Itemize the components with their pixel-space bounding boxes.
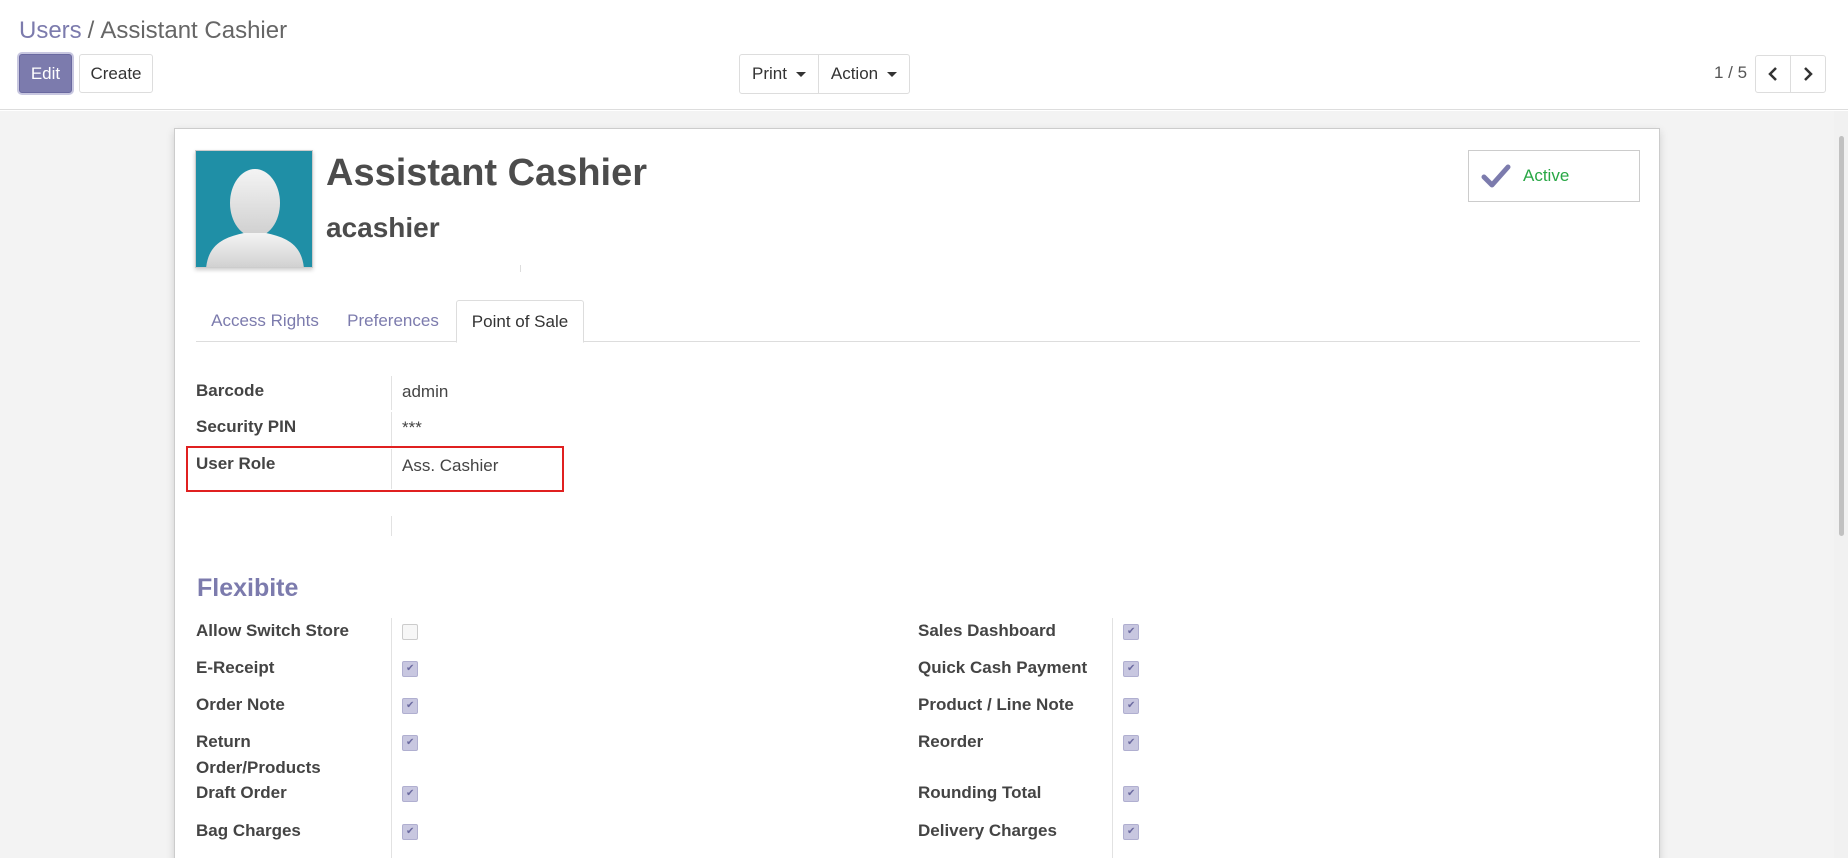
field-separator — [391, 376, 392, 410]
barcode-value: admin — [402, 382, 449, 401]
notebook-tabs: Access Rights Preferences Point of Sale — [196, 300, 1640, 343]
option-label: Reorder — [918, 732, 984, 751]
scrollbar-thumb[interactable] — [1839, 136, 1844, 536]
product-line-note-checkbox[interactable] — [1123, 698, 1139, 714]
record-login: acashier — [326, 212, 440, 243]
order-note-checkbox[interactable] — [402, 698, 418, 714]
security-pin-value: *** — [402, 418, 422, 437]
breadcrumb-users-link[interactable]: Users — [19, 17, 82, 44]
user-avatar[interactable] — [195, 150, 313, 268]
delivery-charges-checkbox[interactable] — [1123, 824, 1139, 840]
security-pin-label: Security PIN — [196, 417, 297, 436]
breadcrumb-separator: / — [87, 17, 95, 44]
rounding-total-checkbox[interactable] — [1123, 786, 1139, 802]
active-toggle-button[interactable]: Active — [1468, 150, 1640, 202]
pager-next-button[interactable] — [1790, 55, 1826, 93]
e-receipt-checkbox[interactable] — [402, 661, 418, 677]
action-label: Action — [830, 64, 879, 83]
option-label: Order Note — [196, 695, 285, 714]
option-label: Product / Line Note — [918, 695, 1074, 714]
control-panel: Users / Assistant Cashier Edit Create Prin… — [0, 0, 1848, 110]
column-separator — [1112, 618, 1113, 858]
record-title: Assistant Cashier — [326, 152, 648, 194]
section-title-flexibite: Flexibite — [197, 574, 299, 602]
check-icon — [1481, 164, 1511, 188]
chevron-right-icon — [1804, 67, 1813, 81]
breadcrumb: Users / Assistant Cashier — [19, 17, 287, 45]
tab-preferences[interactable]: Preferences — [334, 300, 452, 342]
option-label: Delivery Charges — [918, 821, 1057, 840]
avatar-placeholder-icon — [206, 169, 304, 267]
field-separator — [391, 412, 392, 446]
allow-switch-store-checkbox[interactable] — [402, 624, 418, 640]
reorder-checkbox[interactable] — [1123, 735, 1139, 751]
return-order-checkbox[interactable] — [402, 735, 418, 751]
option-label: Return — [196, 732, 251, 751]
option-label: E-Receipt — [196, 658, 275, 677]
option-label: Quick Cash Payment — [918, 658, 1088, 677]
edit-button[interactable]: Edit — [19, 54, 72, 93]
divider — [520, 265, 521, 272]
option-label: Bag Charges — [196, 821, 301, 840]
option-label: Rounding Total — [918, 783, 1042, 802]
field-separator — [391, 516, 392, 536]
action-dropdown-button[interactable]: Action — [818, 54, 910, 94]
breadcrumb-current: Assistant Cashier — [100, 17, 288, 44]
option-label: Order/Products — [196, 758, 321, 777]
pager-previous-button[interactable] — [1755, 55, 1791, 93]
draft-order-checkbox[interactable] — [402, 786, 418, 802]
chevron-left-icon — [1768, 67, 1777, 81]
print-label: Print — [752, 64, 787, 83]
caret-down-icon — [795, 71, 806, 77]
active-label: Active — [1523, 166, 1570, 185]
tab-point-of-sale[interactable]: Point of Sale — [456, 300, 584, 343]
user-role-highlight-box — [186, 446, 564, 492]
option-label: Sales Dashboard — [918, 621, 1056, 640]
option-label: Draft Order — [196, 783, 287, 802]
option-label: Allow Switch Store — [196, 621, 350, 640]
create-button[interactable]: Create — [79, 54, 153, 93]
bag-charges-checkbox[interactable] — [402, 824, 418, 840]
column-separator — [391, 618, 392, 858]
print-dropdown-button[interactable]: Print — [739, 54, 819, 94]
pager-value[interactable]: 1 / 5 — [1714, 63, 1747, 83]
sales-dashboard-checkbox[interactable] — [1123, 624, 1139, 640]
barcode-label: Barcode — [196, 381, 265, 400]
quick-cash-payment-checkbox[interactable] — [1123, 661, 1139, 677]
tab-access-rights[interactable]: Access Rights — [196, 300, 334, 342]
caret-down-icon — [887, 71, 898, 77]
